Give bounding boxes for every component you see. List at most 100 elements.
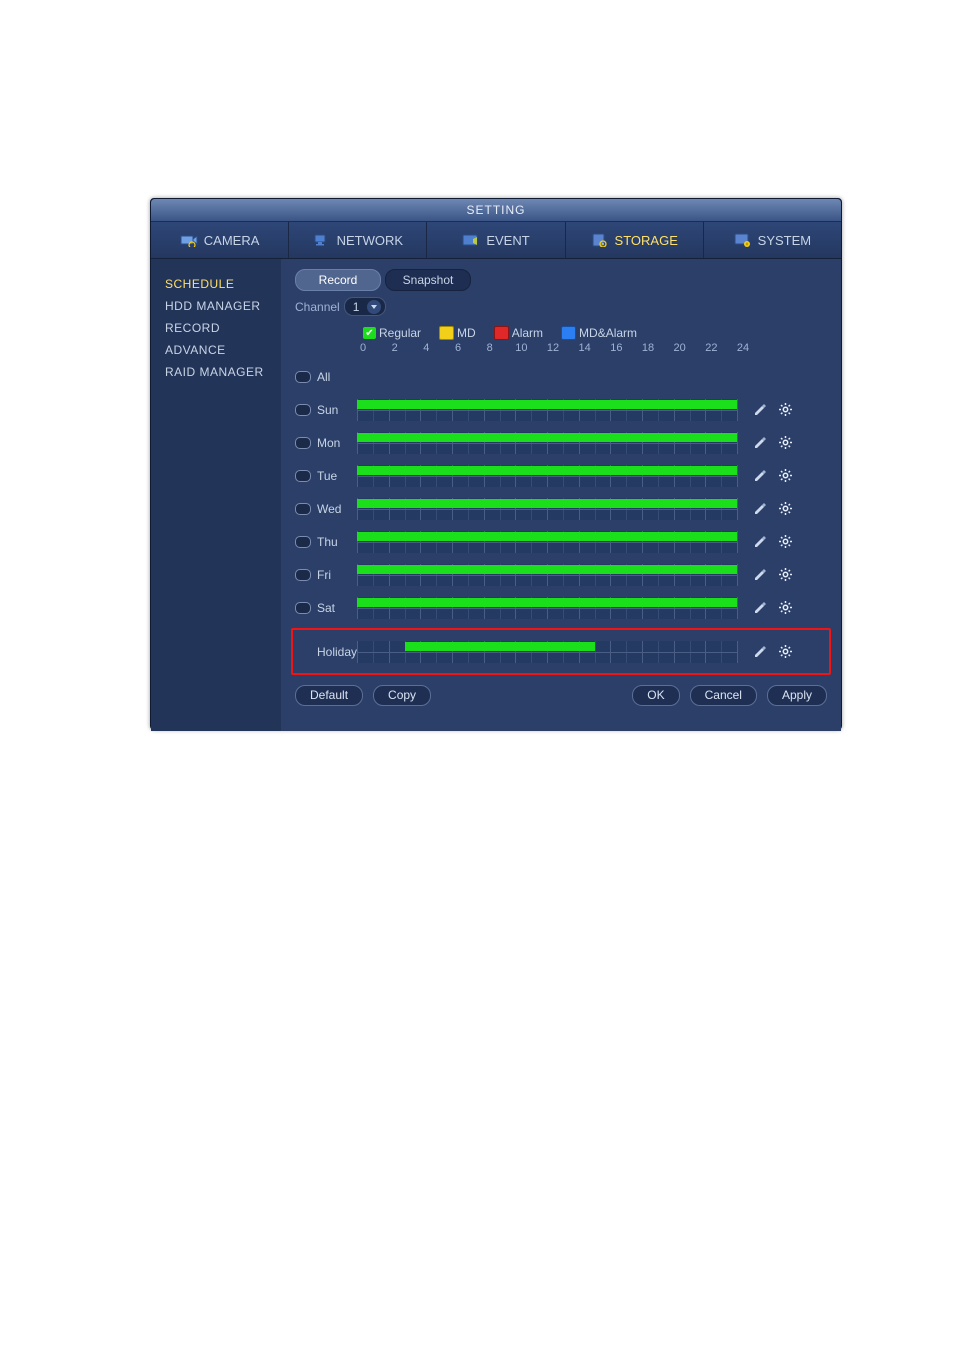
timeline-wed[interactable] [357, 498, 737, 520]
edit-icon[interactable] [753, 501, 768, 516]
nav-camera[interactable]: CAMERA [151, 222, 289, 258]
channel-value: 1 [353, 300, 360, 314]
gear-icon[interactable] [778, 644, 793, 659]
sidebar-schedule[interactable]: SCHEDULE [165, 273, 281, 295]
row-label-tue: Tue [317, 469, 357, 483]
nav-network-label: NETWORK [337, 233, 403, 248]
row-label-sat: Sat [317, 601, 357, 615]
default-button[interactable]: Default [295, 685, 363, 706]
edit-icon[interactable] [753, 600, 768, 615]
apply-button[interactable]: Apply [767, 685, 827, 706]
row-label-fri: Fri [317, 568, 357, 582]
row-label-mon: Mon [317, 436, 357, 450]
gear-icon[interactable] [778, 534, 793, 549]
hour-tick-0: 0 [360, 342, 366, 354]
chevron-down-icon [367, 300, 381, 314]
legend-regular[interactable]: ✔ Regular [363, 326, 421, 340]
legend-md-alarm-label: MD&Alarm [579, 326, 637, 340]
network-icon [313, 233, 331, 247]
timeline-fri[interactable] [357, 564, 737, 586]
legend-regular-label: Regular [379, 326, 421, 340]
legend-md-alarm[interactable]: MD&Alarm [561, 326, 637, 340]
regular-bar [405, 642, 595, 651]
sidebar-record[interactable]: RECORD [165, 317, 281, 339]
edit-icon[interactable] [753, 644, 768, 659]
top-nav: CAMERA NETWORK EVENT STORAGE SYSTEM [151, 222, 841, 259]
hour-tick-6: 6 [455, 342, 461, 354]
edit-icon[interactable] [753, 435, 768, 450]
sidebar: SCHEDULE HDD MANAGER RECORD ADVANCE RAID… [151, 259, 281, 731]
schedule-row-mon: Mon [295, 430, 827, 455]
schedule-row-all: All [295, 364, 827, 389]
schedule-rows: AllSunMonTueWedThuFriSatHoliday [295, 364, 827, 675]
channel-dropdown[interactable]: 1 [344, 297, 387, 316]
timeline-tue[interactable] [357, 465, 737, 487]
legend-md[interactable]: MD [439, 326, 476, 340]
sidebar-advance[interactable]: ADVANCE [165, 339, 281, 361]
gear-icon[interactable] [778, 501, 793, 516]
timeline-holiday[interactable] [357, 641, 737, 663]
sidebar-raid-manager[interactable]: RAID MANAGER [165, 361, 281, 383]
camera-icon [180, 233, 198, 247]
timeline-sun[interactable] [357, 399, 737, 421]
regular-bar [357, 532, 737, 541]
hour-tick-18: 18 [642, 342, 654, 354]
tab-record[interactable]: Record [295, 269, 381, 291]
row-checkbox-sat[interactable] [295, 602, 311, 614]
edit-icon[interactable] [753, 402, 768, 417]
edit-icon[interactable] [753, 468, 768, 483]
row-checkbox-all[interactable] [295, 371, 311, 383]
gear-icon[interactable] [778, 435, 793, 450]
legend-alarm[interactable]: Alarm [494, 326, 543, 340]
checkbox-regular[interactable]: ✔ [363, 327, 376, 339]
hour-tick-24: 24 [737, 342, 749, 354]
hour-tick-14: 14 [579, 342, 591, 354]
gear-icon[interactable] [778, 567, 793, 582]
gear-icon[interactable] [778, 402, 793, 417]
hour-tick-10: 10 [515, 342, 527, 354]
nav-network[interactable]: NETWORK [289, 222, 427, 258]
row-checkbox-sun[interactable] [295, 404, 311, 416]
edit-icon[interactable] [753, 567, 768, 582]
checkbox-md[interactable] [439, 326, 454, 340]
legend-alarm-label: Alarm [512, 326, 543, 340]
gear-icon[interactable] [778, 600, 793, 615]
timeline-mon[interactable] [357, 432, 737, 454]
tabs: Record Snapshot [295, 269, 827, 291]
tab-snapshot[interactable]: Snapshot [385, 269, 471, 291]
storage-icon [591, 233, 609, 247]
gear-icon[interactable] [778, 468, 793, 483]
event-icon [462, 233, 480, 247]
nav-system-label: SYSTEM [758, 233, 811, 248]
nav-event-label: EVENT [486, 233, 529, 248]
hour-tick-12: 12 [547, 342, 559, 354]
row-label-holiday: Holiday [317, 645, 357, 659]
nav-storage[interactable]: STORAGE [566, 222, 704, 258]
timeline-thu[interactable] [357, 531, 737, 553]
regular-bar [357, 466, 737, 475]
row-checkbox-mon[interactable] [295, 437, 311, 449]
checkbox-alarm[interactable] [494, 326, 509, 340]
row-label-all: All [317, 370, 357, 384]
nav-camera-label: CAMERA [204, 233, 260, 248]
timeline-sat[interactable] [357, 597, 737, 619]
legend-md-label: MD [457, 326, 476, 340]
schedule-row-sun: Sun [295, 397, 827, 422]
cancel-button[interactable]: Cancel [690, 685, 757, 706]
sidebar-hdd-manager[interactable]: HDD MANAGER [165, 295, 281, 317]
row-checkbox-tue[interactable] [295, 470, 311, 482]
nav-system[interactable]: SYSTEM [704, 222, 841, 258]
hour-tick-22: 22 [705, 342, 717, 354]
checkbox-md-alarm[interactable] [561, 326, 576, 340]
edit-icon[interactable] [753, 534, 768, 549]
ok-button[interactable]: OK [632, 685, 679, 706]
row-checkbox-thu[interactable] [295, 536, 311, 548]
schedule-row-sat: Sat [295, 595, 827, 620]
copy-button[interactable]: Copy [373, 685, 431, 706]
nav-event[interactable]: EVENT [427, 222, 565, 258]
hour-tick-16: 16 [610, 342, 622, 354]
row-checkbox-fri[interactable] [295, 569, 311, 581]
regular-bar [357, 565, 737, 574]
row-checkbox-wed[interactable] [295, 503, 311, 515]
regular-bar [357, 433, 737, 442]
